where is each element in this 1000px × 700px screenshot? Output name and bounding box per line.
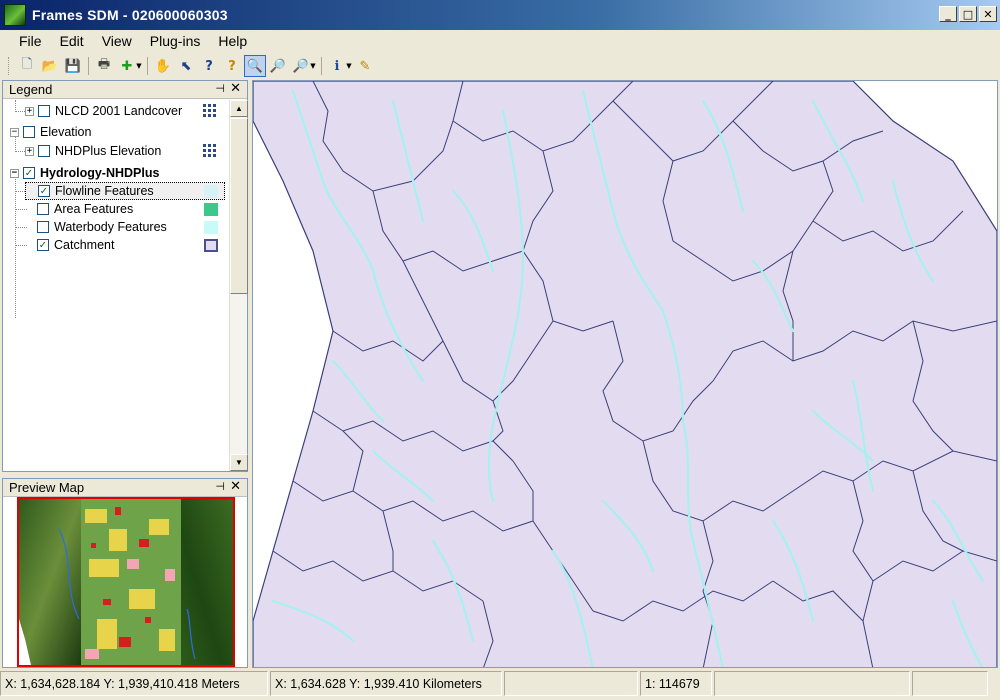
save-icon[interactable]: 💾 (62, 55, 84, 77)
legend-title: Legend (9, 82, 53, 97)
toolbar: 🗋 📂 💾 🖶 ✚ ▼ ✋ ⬉ ? ? 🔍 🔎 🔎 ▼ i ▼ ✎ (8, 54, 376, 78)
legend-item-label: Elevation (40, 125, 92, 139)
raster-grid-icon (203, 144, 217, 157)
waterbody-swatch (204, 221, 218, 234)
window-controls: _ □ ✕ (939, 6, 997, 22)
toolbar-separator (147, 57, 148, 75)
layer-checkbox[interactable] (37, 221, 49, 233)
menu-edit[interactable]: Edit (51, 33, 93, 49)
toolbar-separator (321, 57, 322, 75)
layer-checkbox[interactable] (38, 105, 50, 117)
toolbar-grip[interactable] (8, 57, 11, 75)
tree-connector (15, 176, 16, 318)
legend-panel: Legend ⊣ ✕ + NLCD 2001 Landcover − Eleva… (2, 80, 248, 472)
legend-item-flowline[interactable]: ✓ Flowline Features (25, 182, 225, 200)
layer-checkbox-checked[interactable]: ✓ (37, 239, 49, 251)
preview-map-image[interactable] (17, 497, 235, 667)
preview-close-icon[interactable]: ✕ (230, 479, 241, 494)
legend-item-waterbody[interactable]: Waterbody Features (37, 218, 167, 236)
legend-item-label: Catchment (54, 238, 115, 252)
legend-group-hydrology[interactable]: − ✓ Hydrology-NHDPlus (10, 164, 159, 182)
expand-toggle[interactable]: + (25, 146, 34, 156)
area-swatch (204, 203, 218, 216)
legend-item-catchment[interactable]: ✓ Catchment (37, 236, 114, 254)
legend-item-label: NHDPlus Elevation (55, 144, 162, 158)
identify-help-icon[interactable]: ? (198, 55, 220, 77)
menu-view[interactable]: View (93, 33, 141, 49)
legend-item-label: Waterbody Features (54, 220, 167, 234)
pin-icon[interactable]: ⊣ (215, 82, 225, 95)
status-bar: X: 1,634,628.184 Y: 1,939,410.418 Meters… (0, 671, 1000, 698)
info-dropdown-icon[interactable]: ▼ (345, 55, 353, 77)
catchment-swatch (204, 239, 218, 252)
tree-connector (15, 227, 27, 228)
preview-title: Preview Map (9, 480, 85, 495)
title-bar: Frames SDM - 020600060303 _ □ ✕ (0, 0, 1000, 30)
menu-file[interactable]: File (10, 33, 51, 49)
legend-item-nlcd-landcover[interactable]: + NLCD 2001 Landcover (25, 102, 182, 120)
status-coordinates-meters: X: 1,634,628.184 Y: 1,939,410.418 Meters (0, 671, 268, 696)
notes-icon[interactable]: ✎ (354, 55, 376, 77)
menu-bar: File Edit View Plug-ins Help (0, 30, 1000, 52)
app-logo-icon (4, 4, 26, 26)
flowline-swatch (204, 185, 218, 198)
select-arrow-icon[interactable]: ⬉ (175, 55, 197, 77)
tree-connector (15, 245, 27, 246)
zoom-dropdown-icon[interactable]: ▼ (309, 55, 317, 77)
legend-header: Legend ⊣ ✕ (3, 81, 247, 99)
legend-scrollbar[interactable]: ▲ ▼ (229, 100, 248, 471)
toolbar-separator (88, 57, 89, 75)
add-layer-dropdown-icon[interactable]: ▼ (135, 55, 143, 77)
legend-item-area[interactable]: Area Features (37, 200, 133, 218)
status-scale: 1: 114679 (640, 671, 712, 696)
catchment-map[interactable] (253, 81, 998, 668)
menu-plug-ins[interactable]: Plug-ins (141, 33, 210, 49)
legend-item-label: Hydrology-NHDPlus (40, 166, 160, 180)
legend-tree: + NLCD 2001 Landcover − Elevation + NHDP… (3, 100, 229, 471)
print-icon[interactable]: 🖶 (93, 55, 115, 77)
preview-header: Preview Map ⊣ ✕ (3, 479, 247, 497)
open-folder-icon[interactable]: 📂 (39, 55, 61, 77)
legend-group-elevation[interactable]: − Elevation (10, 123, 91, 141)
legend-item-label: NLCD 2001 Landcover (55, 104, 183, 118)
status-empty (912, 671, 988, 696)
preview-panel: Preview Map ⊣ ✕ (2, 478, 248, 668)
layer-checkbox[interactable] (23, 126, 35, 138)
layer-checkbox-checked[interactable]: ✓ (38, 185, 50, 197)
close-button[interactable]: ✕ (979, 6, 997, 22)
status-empty (714, 671, 910, 696)
status-empty (504, 671, 638, 696)
pan-hand-icon[interactable]: ✋ (152, 55, 174, 77)
raster-grid-icon (203, 104, 217, 117)
legend-close-icon[interactable]: ✕ (230, 81, 241, 96)
scroll-down-icon[interactable]: ▼ (230, 454, 248, 471)
query-help-icon[interactable]: ? (221, 55, 243, 77)
zoom-in-icon[interactable]: 🔍 (244, 55, 266, 77)
minimize-button[interactable]: _ (939, 6, 957, 22)
pin-icon[interactable]: ⊣ (215, 480, 225, 493)
map-canvas[interactable] (252, 80, 998, 668)
legend-item-label: Area Features (54, 202, 134, 216)
menu-help[interactable]: Help (209, 33, 256, 49)
layer-checkbox[interactable] (37, 203, 49, 215)
scroll-up-icon[interactable]: ▲ (230, 100, 248, 117)
collapse-toggle[interactable]: − (10, 127, 19, 137)
expand-toggle[interactable]: + (25, 106, 34, 116)
status-coordinates-kilometers: X: 1,634.628 Y: 1,939.410 Kilometers (270, 671, 502, 696)
layer-checkbox[interactable] (38, 145, 50, 157)
tree-connector (15, 209, 27, 210)
scroll-thumb[interactable] (230, 118, 248, 294)
window-title: Frames SDM - 020600060303 (32, 7, 228, 23)
legend-item-label: Flowline Features (55, 184, 154, 198)
zoom-out-icon[interactable]: 🔎 (267, 55, 289, 77)
new-document-icon[interactable]: 🗋 (16, 55, 38, 77)
maximize-button[interactable]: □ (959, 6, 977, 22)
legend-item-nhdplus-elevation[interactable]: + NHDPlus Elevation (25, 142, 161, 160)
layer-checkbox-checked[interactable]: ✓ (23, 167, 35, 179)
collapse-toggle[interactable]: − (10, 168, 19, 178)
